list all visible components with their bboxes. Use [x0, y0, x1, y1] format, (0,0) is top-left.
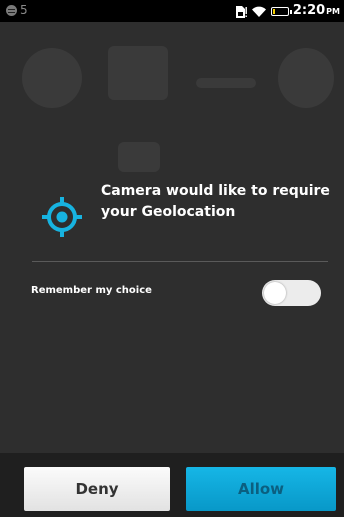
deny-button[interactable]: Deny	[24, 467, 170, 511]
allow-button[interactable]: Allow	[186, 467, 336, 511]
dialog-footer: Deny Allow	[0, 453, 344, 517]
remember-choice-toggle[interactable]	[262, 280, 321, 306]
geolocation-target-icon	[42, 197, 82, 237]
divider	[32, 261, 328, 262]
permission-dialog: Camera would like to require your Geoloc…	[0, 0, 344, 517]
screen: 5 2:20PM Camera would like to require yo…	[0, 0, 344, 517]
toggle-knob	[264, 282, 286, 304]
permission-message: Camera would like to require your Geoloc…	[101, 183, 330, 220]
remember-choice-label: Remember my choice	[31, 285, 152, 296]
